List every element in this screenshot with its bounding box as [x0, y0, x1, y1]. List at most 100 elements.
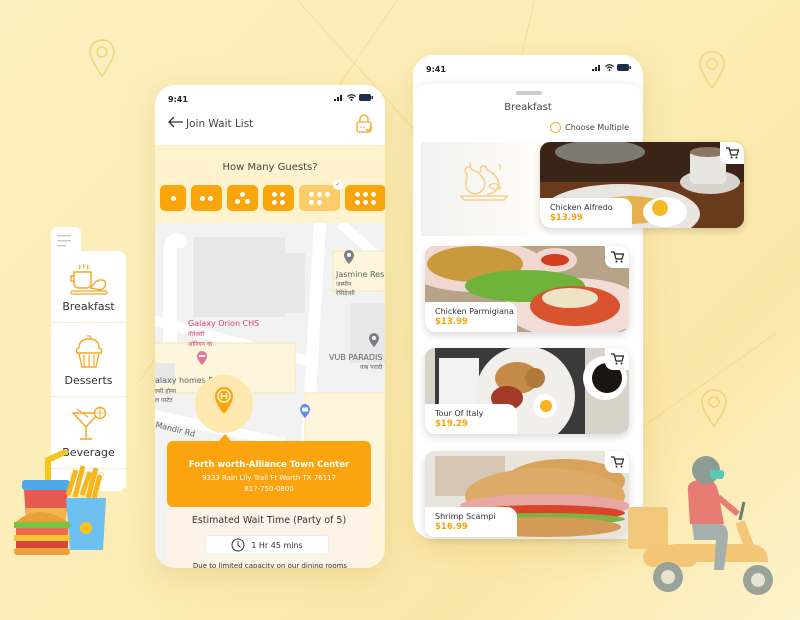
wait-time-text: 1 Hr 45 mins: [251, 540, 303, 550]
battery-icon: [359, 94, 373, 101]
page-title: Join Wait List: [186, 118, 254, 130]
location-phone[interactable]: 817-750-0800: [167, 485, 371, 493]
choose-multiple-toggle[interactable]: Choose Multiple: [550, 122, 629, 133]
food-price: $13.99: [435, 317, 468, 327]
food-name: Tour Of Italy: [435, 409, 484, 418]
guest-option-5[interactable]: ✓: [299, 180, 343, 211]
choose-multiple-label: Choose Multiple: [565, 123, 629, 132]
wifi-icon: [605, 64, 614, 71]
map-label: Galaxy Orion CHS: [188, 319, 260, 328]
guest-option-2[interactable]: [191, 185, 222, 211]
map-view[interactable]: Jasmine Res जस्मीन रेसिडेन्सी Galaxy Ori…: [155, 223, 385, 568]
status-time: 9:41: [168, 95, 188, 104]
add-to-cart-button[interactable]: [605, 451, 629, 473]
battery-icon: [617, 64, 631, 71]
guest-question: How Many Guests?: [222, 162, 318, 173]
pip: [208, 195, 213, 201]
status-bar: 9:41: [413, 55, 643, 83]
location-pin-icon: [699, 51, 725, 90]
category-breakfast[interactable]: Breakfast: [51, 251, 126, 323]
pip: [371, 199, 376, 205]
pip: [272, 191, 277, 197]
arrow-left-icon: [168, 116, 183, 128]
clock-icon: [231, 538, 245, 552]
pip: [355, 199, 360, 205]
hamburger-icon: [57, 235, 71, 247]
coffee-croissant-icon: [70, 263, 108, 295]
pip: [309, 191, 314, 197]
check-icon: ✓: [333, 180, 343, 190]
pip: [363, 191, 368, 197]
food-card[interactable]: Tour Of Italy $19.29: [425, 348, 629, 434]
map-label: रेसिडेन्सी: [336, 290, 355, 297]
wifi-icon: [347, 94, 356, 101]
guest-option-1[interactable]: [160, 185, 186, 211]
guest-option-6[interactable]: [345, 185, 385, 211]
radio-button[interactable]: [550, 122, 562, 133]
map-label: Jasmine Res: [336, 270, 385, 279]
map-label: ल एस्टेट: [155, 397, 173, 404]
restaurant-pin-icon: [215, 387, 233, 414]
wait-time-value: 1 Hr 45 mins: [205, 535, 329, 555]
poi-pin-icon: [344, 250, 354, 264]
food-caption: Chicken Parmigiana $13.99: [425, 302, 517, 332]
signal-icon: [592, 65, 600, 71]
lock-button[interactable]: [355, 114, 373, 138]
capacity-note: Due to limited capacity on our dining ro…: [192, 562, 348, 568]
hotel-pin-icon: [197, 351, 207, 365]
location-card[interactable]: Forth worth-Alliance Town Center 9333 Ra…: [167, 434, 371, 507]
drag-handle[interactable]: [516, 91, 542, 95]
food-price: $16.99: [435, 522, 468, 532]
category-desserts[interactable]: Desserts: [51, 325, 126, 397]
guest-option-3[interactable]: [227, 185, 258, 211]
food-caption: Shrimp Scampi $16.99: [425, 507, 517, 537]
food-card[interactable]: Chicken Alfredo $13.99: [540, 142, 744, 228]
wait-time-panel: Estimated Wait Time (Party of 5) 1 Hr 45…: [167, 507, 371, 568]
roast-chicken-icon: [459, 161, 509, 201]
food-caption: Chicken Alfredo $13.99: [540, 198, 632, 228]
status-bar: 9:41: [155, 85, 385, 113]
guest-option-4[interactable]: [263, 185, 294, 211]
food-card[interactable]: Chicken Parmigiana $13.99: [425, 246, 629, 332]
guest-options: ✓: [160, 180, 385, 211]
pip: [280, 191, 285, 197]
pip: [317, 199, 322, 205]
wait-list-phone: 9:41 Join Wait List How Many Guests? ✓ J…: [155, 85, 385, 568]
promo-canvas: 9:41 Join Wait List How Many Guests? ✓ J…: [0, 0, 800, 620]
cart-icon: [610, 456, 624, 468]
pip: [200, 195, 205, 201]
cart-icon: [610, 353, 624, 365]
food-name: Shrimp Scampi: [435, 512, 496, 521]
pip: [317, 191, 322, 197]
cocktail-icon: [71, 406, 107, 440]
fast-food-illustration: [14, 450, 106, 555]
food-caption: Tour Of Italy $19.29: [425, 404, 517, 434]
guest-selector: How Many Guests? ✓: [155, 145, 385, 223]
lock-check-icon: [356, 114, 373, 133]
add-to-cart-button[interactable]: [605, 246, 629, 268]
back-button[interactable]: [168, 116, 184, 132]
pip: [371, 191, 376, 197]
pip: [363, 199, 368, 205]
location-pin-icon: [701, 389, 727, 428]
pip: [235, 199, 240, 204]
signal-icon: [334, 95, 342, 101]
pip: [325, 191, 330, 197]
poi-pin-icon: [369, 333, 379, 347]
restaurant-marker[interactable]: [195, 375, 253, 433]
pip: [272, 199, 277, 205]
add-to-cart-button[interactable]: [720, 142, 744, 164]
food-card[interactable]: Shrimp Scampi $16.99: [425, 451, 629, 537]
location-name: Forth worth-Alliance Town Center: [188, 460, 350, 470]
category-label: Breakfast: [62, 300, 115, 313]
delivery-scooter-illustration: [628, 456, 773, 595]
cart-icon: [725, 147, 739, 159]
status-time: 9:41: [426, 65, 446, 74]
shop-pin-icon: [300, 404, 310, 418]
map-label: वाब परादी: [360, 364, 383, 371]
food-price: $19.29: [435, 419, 468, 429]
map-label: जस्मीन: [336, 281, 352, 288]
header: Join Wait List: [155, 113, 385, 145]
cupcake-icon: [75, 335, 103, 368]
add-to-cart-button[interactable]: [605, 348, 629, 370]
